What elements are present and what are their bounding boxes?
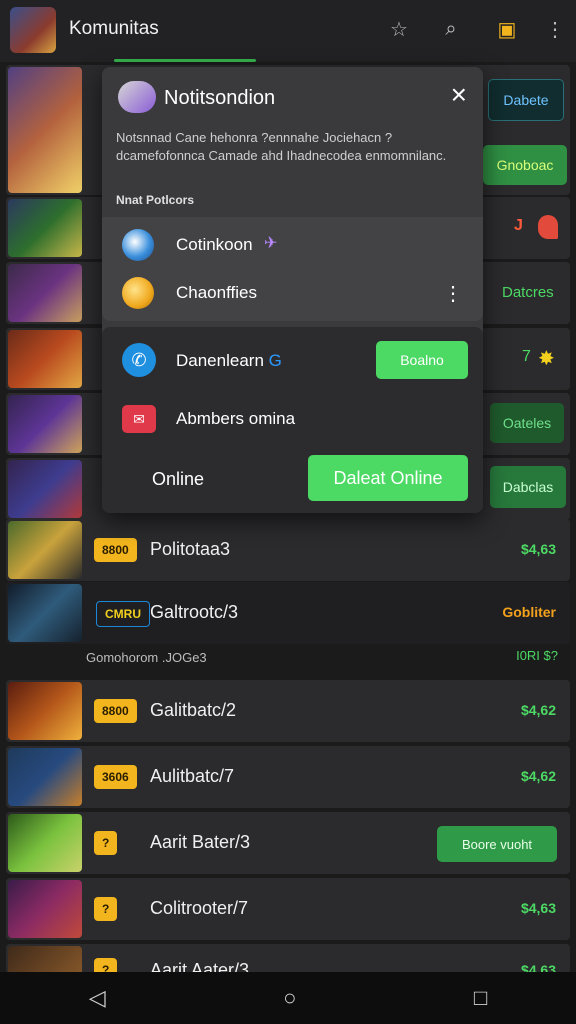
avatar [8,946,82,974]
fire-icon [538,215,558,239]
close-icon[interactable]: × [451,79,467,111]
popup-item-list: Cotinkoon ✈ Chaonffies ⋮ [102,217,483,321]
price: $4,63 [520,900,556,916]
send-icon: ✈ [264,235,278,252]
row-title: Politotaa3 [150,539,231,559]
status-badge: 3606 [94,765,137,789]
star-burst-icon: ✸ [538,348,555,370]
globe-icon [122,229,154,261]
list-item[interactable]: 3606 Aulitbatc/7 $4,62 [6,746,570,808]
popup-item-label[interactable]: Chaonffies [176,283,257,303]
row-title: Colitrooter/7 [150,898,249,918]
list-item[interactable]: 8800 Galitbatc/2 $4,62 [6,680,570,742]
price: $4,63 [520,541,556,557]
avatar [8,521,82,579]
avatar [8,395,82,453]
status-badge: ? [94,831,118,855]
star-icon[interactable]: ☆ [386,16,412,42]
message-icon[interactable]: ▣ [494,16,520,42]
row-title: Aarit Bater/3 [150,832,251,852]
avatar [8,330,82,388]
more-vert-icon[interactable]: ⋮ [542,16,568,42]
row-title: Aulitbatc/7 [150,766,235,786]
avatar [8,264,82,322]
recents-icon[interactable]: □ [474,985,487,1011]
list-item[interactable]: ? Aarit Aater/3 $4,63 [6,944,570,974]
mail-icon: ✉ [122,405,156,433]
row-title: Galitbatc/2 [150,700,237,720]
row-title: Galtrootc/3 [150,602,239,622]
option-label: Abmbers omina [176,409,296,428]
status-badge: ? [94,897,118,921]
avatar [8,460,82,518]
action-button[interactable]: Boore vuoht [437,826,557,862]
option-button[interactable]: Boalno [376,341,468,379]
list-item[interactable]: ? Colitrooter/7 $4,63 [6,878,570,940]
info-note-price: I0RI $? [516,648,558,663]
home-icon[interactable]: ○ [283,985,296,1011]
side-button[interactable]: Dabclas [490,466,566,508]
system-nav-bar: ◁ ○ □ [0,972,576,1024]
search-icon[interactable]: ⌕ [438,16,464,42]
avatar [8,748,82,806]
side-button[interactable]: Oateles [490,403,564,443]
online-label: Online [152,469,205,489]
list-item[interactable]: 8800 Politotaa3 $4,63 [6,519,570,581]
info-note: Gomohorom .JOGe3 [86,650,207,665]
popup-description: Notsnnad Cane hehonra ?ennnahe Jociehacn… [116,130,447,163]
side-label[interactable]: Datcres [502,284,554,301]
avatar [8,199,82,257]
side-button[interactable]: Dabete [488,79,564,121]
status-badge: 8800 [94,699,137,723]
popup-title: Notitsondion [164,87,276,109]
page-title: Komunitas [69,18,159,39]
side-label: J [514,217,523,234]
price: $4,62 [520,768,556,784]
option-label: Danenlearn G [176,351,282,370]
more-vert-icon[interactable]: ⋮ [443,281,463,306]
avatar [8,67,82,193]
active-tab-indicator [114,59,256,62]
notification-icon [118,81,156,113]
back-icon[interactable]: ◁ [89,985,106,1011]
avatar [8,584,82,642]
side-label: 7 [522,348,531,365]
popup-item-label[interactable]: Cotinkoon [176,235,253,255]
popup-options-panel: ✆ Danenlearn G Boalno ✉ Abmbers omina On… [102,327,483,513]
avatar [8,880,82,938]
status-badge: CMRU [96,601,150,627]
list-item[interactable]: ? Aarit Bater/3 Boore vuoht [6,812,570,874]
badge-icon [122,277,154,309]
list-item[interactable]: CMRU Galtrootc/3 Gobliter [6,582,570,644]
phone-icon: ✆ [122,343,156,377]
price: Gobliter [502,604,556,620]
avatar [8,682,82,740]
app-logo [10,7,56,53]
online-dropdown-button[interactable]: Daleat Online [308,455,468,501]
side-button[interactable]: Gnoboac [483,145,567,185]
price: $4,62 [520,702,556,718]
app-bar: Komunitas ☆ ⌕ ▣ ⋮ [0,0,576,62]
avatar [8,814,82,872]
status-badge: 8800 [94,538,137,562]
section-label: Nnat Potlcors [116,193,195,207]
